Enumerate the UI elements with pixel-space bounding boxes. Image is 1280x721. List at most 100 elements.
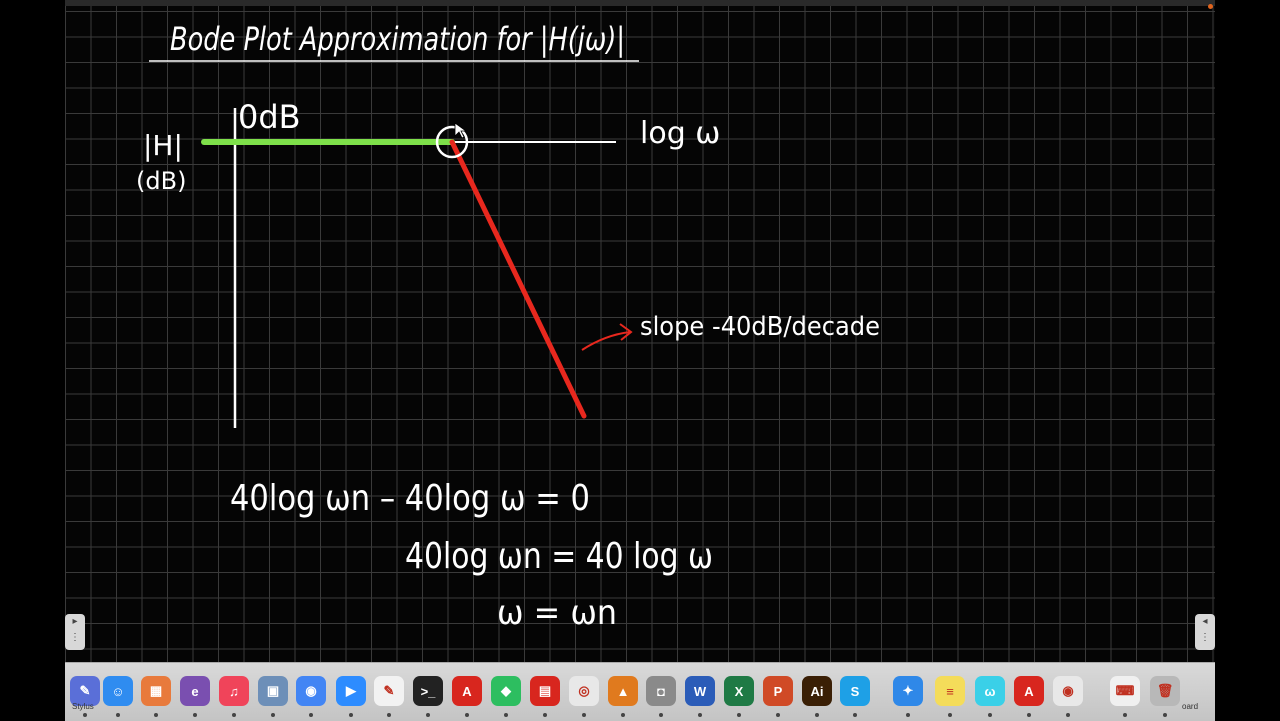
dock-running-indicator xyxy=(815,713,819,717)
right-panel-toggle[interactable]: ◂ ⋮ xyxy=(1195,614,1215,650)
dock-running-indicator xyxy=(387,713,391,717)
excel-icon: X xyxy=(734,683,744,699)
dock-running-indicator xyxy=(83,713,87,717)
matlab-icon: ▲ xyxy=(616,683,630,699)
dock-running-indicator xyxy=(1066,713,1070,717)
word-icon: W xyxy=(693,683,707,699)
equation-line-2: 40log ωn = 40 log ω xyxy=(405,536,713,577)
pdf-reader-icon: ▤ xyxy=(538,683,552,698)
camera-icon: ◘ xyxy=(657,683,665,699)
dock-app-powerpoint[interactable]: P xyxy=(763,676,793,706)
dock-running-indicator xyxy=(698,713,702,717)
dock-app-terminal[interactable]: >_ xyxy=(413,676,443,706)
dock-app-music[interactable]: ♫ xyxy=(219,676,249,706)
dock-running-indicator xyxy=(1163,713,1167,717)
dock-app-acrobat-reader[interactable]: A xyxy=(1014,676,1044,706)
record-icon: ◎ xyxy=(578,683,590,698)
trash-icon: 🗑 xyxy=(1156,683,1174,698)
dock-app-photo-booth[interactable]: ◉ xyxy=(1053,676,1083,706)
dock-app-finder[interactable]: ☺ xyxy=(103,676,133,706)
edit-icon: ✎ xyxy=(383,683,395,698)
dock-running-indicator xyxy=(465,713,469,717)
dock-app-safari[interactable]: ✦ xyxy=(893,676,923,706)
dock-app-launchpad[interactable]: ▦ xyxy=(141,676,171,706)
dock-running-indicator xyxy=(271,713,275,717)
compass-icon: ✦ xyxy=(902,683,914,698)
slope-annotation: slope -40dB/decade xyxy=(640,312,880,342)
dock-app-keyboard[interactable]: ⌨ xyxy=(1110,676,1140,706)
grid-icon: ▦ xyxy=(149,683,163,698)
evernote-icon: ◆ xyxy=(501,683,511,698)
acrobat-icon: A xyxy=(1024,683,1034,699)
dock-running-indicator xyxy=(582,713,586,717)
dock-app-reader[interactable]: ▤ xyxy=(530,676,560,706)
y-axis-label: |H| xyxy=(143,129,183,162)
dock-app-stickies[interactable]: ≡ xyxy=(935,676,965,706)
dock-app-notes[interactable]: ✎ xyxy=(374,676,404,706)
sloped-asymptote-segment xyxy=(449,139,587,419)
dock-app-illustrator[interactable]: Ai xyxy=(802,676,832,706)
dock-app-preview[interactable]: ▣ xyxy=(258,676,288,706)
keyboard-icon: ⌨ xyxy=(1115,683,1135,698)
dock-running-indicator xyxy=(232,713,236,717)
emacs-icon: e xyxy=(191,683,199,699)
dock-app-evernote[interactable]: ◆ xyxy=(491,676,521,706)
illustrator-icon: Ai xyxy=(810,683,824,699)
chrome-icon: ◉ xyxy=(305,683,317,698)
dock-running-indicator xyxy=(988,713,992,717)
dock-running-indicator xyxy=(154,713,158,717)
video-icon: ▶ xyxy=(346,683,356,698)
pdf-icon: A xyxy=(462,683,472,699)
pen-icon: ✎ xyxy=(79,683,91,698)
dock-app-screen-recorder[interactable]: ◎ xyxy=(569,676,599,706)
x-axis-label: log ω xyxy=(640,116,720,151)
equation-line-1: 40log ωn – 40log ω = 0 xyxy=(230,478,590,519)
dock-app-excel[interactable]: X xyxy=(724,676,754,706)
zero-db-label: 0dB xyxy=(238,98,301,136)
dock-running-indicator xyxy=(309,713,313,717)
dock-running-indicator xyxy=(426,713,430,717)
dock-app-whiteboard[interactable]: ω xyxy=(975,676,1005,706)
finder-icon: ☺ xyxy=(111,683,125,699)
dock-app-matlab[interactable]: ▲ xyxy=(608,676,638,706)
dock-running-indicator xyxy=(193,713,197,717)
dock-app-zoom[interactable]: ▶ xyxy=(336,676,366,706)
skype-icon: S xyxy=(850,683,860,699)
whiteboard-icon: ω xyxy=(984,683,996,699)
dock-running-indicator xyxy=(948,713,952,717)
dock-stylus-label: Stylus xyxy=(72,702,94,711)
dock-app-acrobat[interactable]: A xyxy=(452,676,482,706)
sticky-note-icon: ≡ xyxy=(946,683,954,699)
dock-whiteboard-label: oard xyxy=(1182,702,1199,711)
dock-running-indicator xyxy=(504,713,508,717)
slope-annotation-arrow xyxy=(581,323,633,351)
panel-toggle-icon: ◂ ⋮ xyxy=(1200,616,1210,643)
panel-toggle-icon: ▸ ⋮ xyxy=(70,616,80,643)
left-panel-toggle[interactable]: ▸ ⋮ xyxy=(65,614,85,650)
powerpoint-icon: P xyxy=(773,683,783,699)
dock-app-trash[interactable]: 🗑 xyxy=(1150,676,1180,706)
dock-running-indicator xyxy=(659,713,663,717)
page-title: Bode Plot Approximation for |H(jω)| xyxy=(170,20,625,58)
dock-app-screenshot[interactable]: ◘ xyxy=(646,676,676,706)
dock-running-indicator xyxy=(1027,713,1031,717)
dock-running-indicator xyxy=(906,713,910,717)
dock-app-emacs[interactable]: e xyxy=(180,676,210,706)
dock-app-word[interactable]: W xyxy=(685,676,715,706)
photo-icon: ◉ xyxy=(1062,683,1074,698)
equation-line-3: ω = ωn xyxy=(497,593,617,633)
preview-icon: ▣ xyxy=(266,683,280,698)
y-axis-unit-label: (dB) xyxy=(136,167,186,195)
dock-running-indicator xyxy=(116,713,120,717)
dock-running-indicator xyxy=(737,713,741,717)
dock-running-indicator xyxy=(621,713,625,717)
dock-app-skype[interactable]: S xyxy=(840,676,870,706)
dock-running-indicator xyxy=(349,713,353,717)
dock-app-chrome[interactable]: ◉ xyxy=(296,676,326,706)
dock: ✎ ☺ ▦ e ♫ ▣ ◉ ▶ ✎ >_ A ◆ ▤ ◎ ▲ ◘ W X P Ai S ✦ ≡ ω A ◉ ⌨ 🗑 xyxy=(65,662,1215,721)
music-icon: ♫ xyxy=(229,683,239,699)
dock-running-indicator xyxy=(543,713,547,717)
dock-running-indicator xyxy=(776,713,780,717)
dock-running-indicator xyxy=(1123,713,1127,717)
whiteboard-drawing: Bode Plot Approximation for |H(jω)| |H| … xyxy=(136,20,880,633)
